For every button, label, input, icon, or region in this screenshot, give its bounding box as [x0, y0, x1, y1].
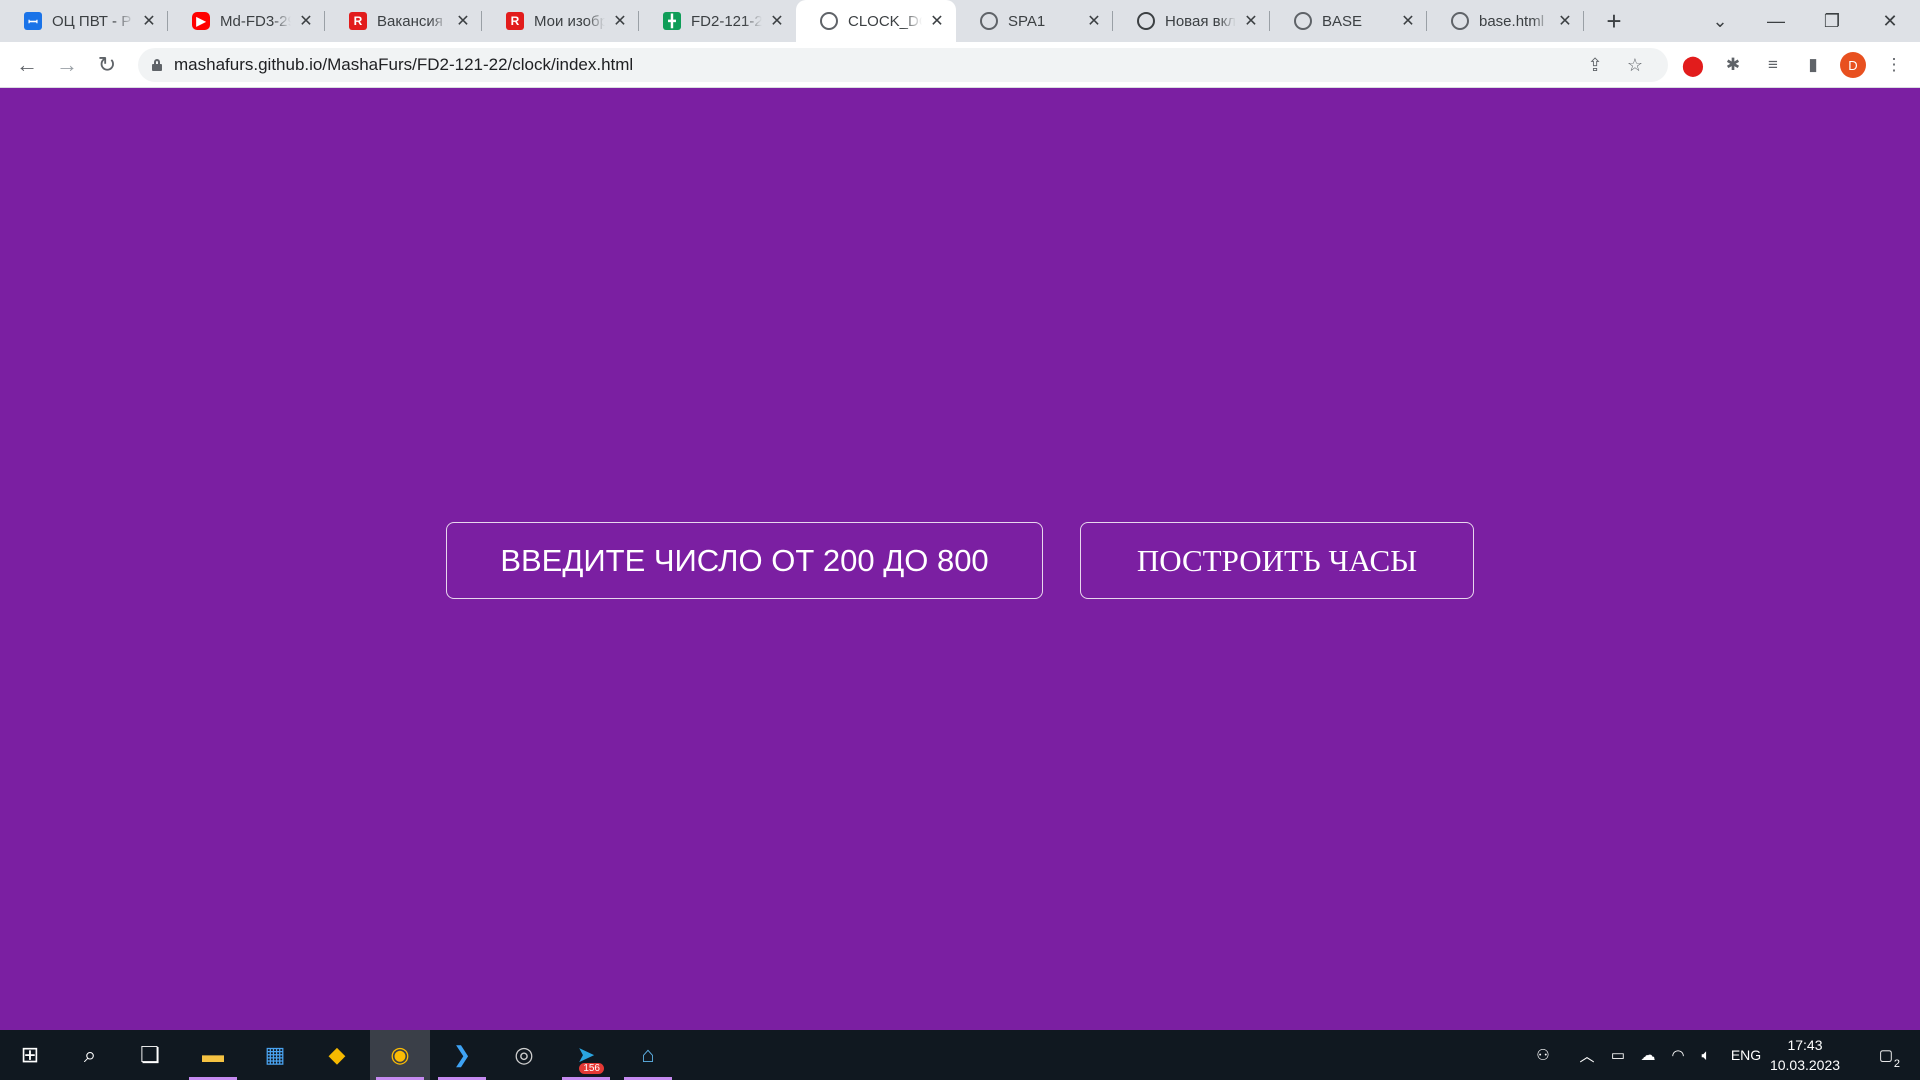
close-icon[interactable]: ✕ [928, 12, 946, 30]
lock-icon[interactable] [152, 59, 162, 71]
tab-1[interactable]: ▶ Md-FD3-29 ✕ [168, 0, 325, 42]
system-clock[interactable]: 17:43 10.03.2023 [1760, 1035, 1850, 1075]
file-explorer-icon[interactable]: ▬ [183, 1030, 243, 1080]
tab-title: Вакансия J [377, 12, 448, 30]
build-clock-button[interactable]: ПОСТРОИТЬ ЧАСЫ [1080, 522, 1474, 599]
notification-center-icon[interactable]: ▢ 2 [1866, 1030, 1906, 1080]
r-logo-icon: R [349, 12, 367, 30]
youtube-icon: ▶ [192, 12, 210, 30]
volume-icon[interactable]: 🔈︎ [1692, 1030, 1720, 1080]
notification-count: 2 [1893, 1058, 1900, 1070]
tab-title: FD2-121-22 [691, 12, 762, 30]
tab-6[interactable]: SPA1 ✕ [956, 0, 1113, 42]
close-icon[interactable]: ✕ [1399, 12, 1417, 30]
page-content: ПОСТРОИТЬ ЧАСЫ [0, 88, 1920, 1030]
tab-title: BASE [1322, 12, 1363, 30]
close-window-button[interactable]: ✕ [1862, 0, 1918, 42]
bookmark-star-icon[interactable]: ☆ [1618, 48, 1652, 82]
tab-title: Новая вкла [1165, 12, 1236, 30]
side-panel-icon[interactable]: ▮ [1799, 51, 1827, 79]
tab-3[interactable]: R Мои изобр ✕ [482, 0, 639, 42]
wifi-icon[interactable]: ◠ [1664, 1030, 1692, 1080]
close-icon[interactable]: ✕ [611, 12, 629, 30]
globe-icon [1451, 12, 1469, 30]
chrome-icon[interactable]: ◉ [370, 1030, 430, 1080]
tab-title: Мои изобр [534, 12, 605, 30]
browser-toolbar: ← → ↻ mashafurs.github.io/MashaFurs/FD2-… [0, 42, 1920, 88]
sourcetree-icon[interactable]: ◆ [307, 1030, 367, 1080]
close-icon[interactable]: ✕ [1242, 12, 1260, 30]
media-control-icon[interactable]: ≡ [1759, 51, 1787, 79]
tab-strip: ꟷ ОЦ ПВТ - Р ✕ ▶ Md-FD3-29 ✕ R Вакансия … [0, 0, 1920, 42]
telegram-icon[interactable]: ➤ 156 [556, 1030, 616, 1080]
tab-search-chevron-icon[interactable]: ⌄ [1692, 0, 1748, 42]
restore-button[interactable]: ❐ [1804, 0, 1860, 42]
reload-button[interactable]: ↻ [92, 50, 122, 80]
tab-title: ОЦ ПВТ - Р [52, 12, 132, 30]
eye-app-icon[interactable]: ◎ [494, 1030, 554, 1080]
tab-7[interactable]: Новая вкла ✕ [1113, 0, 1270, 42]
tab-8[interactable]: BASE ✕ [1270, 0, 1427, 42]
tab-0[interactable]: ꟷ ОЦ ПВТ - Р ✕ [0, 0, 168, 42]
search-icon[interactable]: ⌕ [60, 1030, 120, 1080]
r-logo-icon: R [506, 12, 524, 30]
show-hidden-icons-chevron-icon[interactable]: ︿ [1572, 1030, 1602, 1080]
close-icon[interactable]: ✕ [1556, 12, 1574, 30]
people-icon[interactable]: ⚇ [1528, 1030, 1558, 1080]
tab-title: Md-FD3-29 [220, 12, 291, 30]
close-icon[interactable]: ✕ [768, 12, 786, 30]
globe-icon [980, 12, 998, 30]
globe-icon [1294, 12, 1312, 30]
new-tab-button[interactable]: + [1598, 0, 1630, 42]
menu-kebab-icon[interactable]: ⋮ [1880, 51, 1908, 79]
vscode-icon[interactable]: ❯ [432, 1030, 492, 1080]
ms-store-icon[interactable]: ▦ [245, 1030, 305, 1080]
tab-9[interactable]: base.html ✕ [1427, 0, 1584, 42]
url-text[interactable]: mashafurs.github.io/MashaFurs/FD2-121-22… [174, 55, 633, 75]
tab-title: base.html [1479, 12, 1545, 30]
close-icon[interactable]: ✕ [140, 12, 158, 30]
forward-button[interactable]: → [52, 50, 82, 80]
minimize-button[interactable]: — [1748, 0, 1804, 42]
close-icon[interactable]: ✕ [297, 12, 315, 30]
chrome-icon [1137, 12, 1155, 30]
battery-icon[interactable]: ▭ [1604, 1030, 1632, 1080]
number-input[interactable] [446, 522, 1043, 599]
oc-pvt-icon: ꟷ [24, 12, 42, 30]
profile-avatar[interactable]: D [1840, 52, 1866, 78]
clock-date: 10.03.2023 [1769, 1057, 1841, 1073]
tab-title: SPA1 [1008, 12, 1046, 30]
onedrive-icon[interactable]: ☁ [1634, 1030, 1662, 1080]
clock-time: 17:43 [1787, 1037, 1823, 1053]
app-icon[interactable]: ⌂ [618, 1030, 678, 1080]
windows-taskbar: ⊞ ⌕ ❏ ▬ ▦ ◆ ◉ ❯ ◎ ➤ 156 ⌂ ⚇ ︿ ▭ ☁ ◠ 🔈︎ EN… [0, 1030, 1920, 1080]
back-button[interactable]: ← [12, 50, 42, 80]
task-view-icon[interactable]: ❏ [120, 1030, 180, 1080]
globe-icon [820, 12, 838, 30]
extensions-puzzle-icon[interactable]: ✱ [1719, 51, 1747, 79]
telegram-badge: 156 [579, 1063, 604, 1074]
tab-4[interactable]: ╋ FD2-121-22 ✕ [639, 0, 796, 42]
sheets-icon: ╋ [663, 12, 681, 30]
close-icon[interactable]: ✕ [454, 12, 472, 30]
tab-2[interactable]: R Вакансия J ✕ [325, 0, 482, 42]
tab-5-active[interactable]: CLOCK_DO ✕ [796, 0, 956, 42]
tab-title: CLOCK_DO [848, 12, 922, 30]
windows-start-icon[interactable]: ⊞ [0, 1030, 60, 1080]
close-icon[interactable]: ✕ [1085, 12, 1103, 30]
share-icon[interactable]: ⇪ [1578, 48, 1612, 82]
opera-vpn-icon[interactable]: ⬤ [1679, 51, 1707, 79]
address-bar[interactable]: mashafurs.github.io/MashaFurs/FD2-121-22… [138, 48, 1668, 82]
